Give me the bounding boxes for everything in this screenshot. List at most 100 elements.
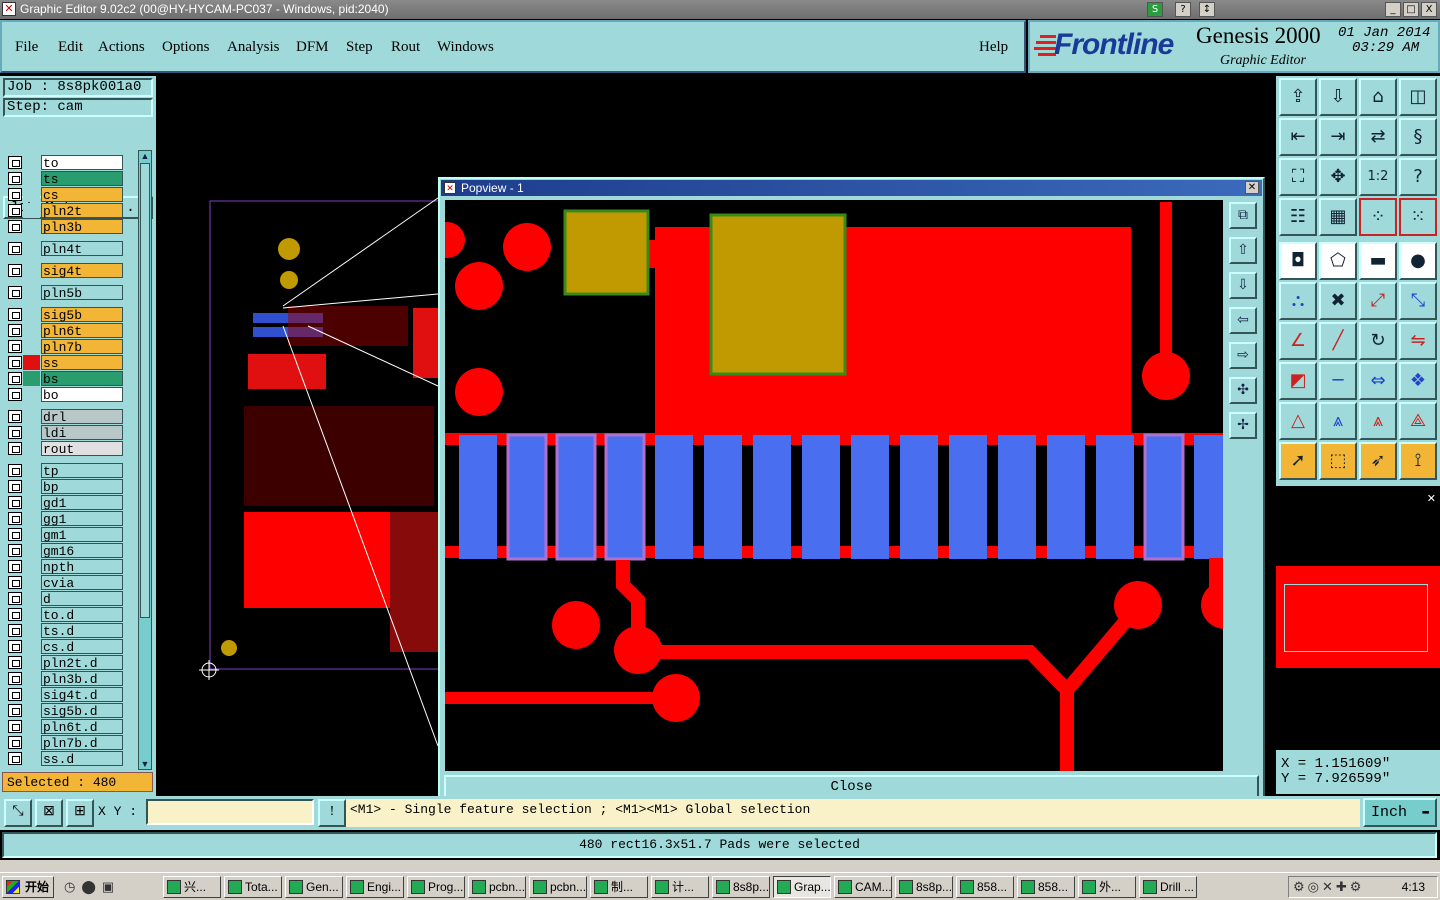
xy-input[interactable] (146, 799, 314, 825)
maximize-button[interactable]: □ (1403, 2, 1419, 17)
selected-pad[interactable] (1194, 435, 1223, 559)
layer-checkbox[interactable] (8, 528, 22, 541)
layer-row-gm1[interactable]: gm1 (6, 527, 124, 543)
layer-color-swatch[interactable] (23, 371, 40, 386)
snap-grid-icon[interactable]: ⊠ (35, 799, 63, 827)
layer-color-swatch[interactable] (23, 187, 40, 202)
layer-color-swatch[interactable] (23, 307, 40, 322)
layer-color-swatch[interactable] (23, 479, 40, 494)
scroll-arrows-icon[interactable]: ↕ (1199, 2, 1215, 17)
layer-row-bo[interactable]: bo (6, 387, 124, 403)
layer-checkbox[interactable] (8, 286, 22, 299)
scroll-down-icon[interactable]: ▼ (140, 759, 150, 769)
layer-checkbox[interactable] (8, 640, 22, 653)
layer-checkbox[interactable] (8, 308, 22, 321)
zoom-extents-icon[interactable]: ⛶ (1279, 158, 1317, 196)
layer-row-pln3b[interactable]: pln3b (6, 219, 124, 235)
taskbar-task[interactable]: Prog... (407, 876, 465, 898)
layer-checkbox[interactable] (8, 608, 22, 621)
layer-row-bs[interactable]: bs (6, 371, 124, 387)
taskbar-task[interactable]: 8s8p... (895, 876, 953, 898)
layer-row-ts-d[interactable]: ts.d (6, 623, 124, 639)
layer-checkbox[interactable] (8, 172, 22, 185)
layer-color-swatch[interactable] (23, 735, 40, 750)
layer-checkbox[interactable] (8, 340, 22, 353)
menu-edit[interactable]: Edit (58, 39, 83, 56)
taskbar-task[interactable]: CAM... (834, 876, 892, 898)
stretch-icon[interactable]: ─ (1319, 362, 1357, 400)
layer-checkbox[interactable] (8, 264, 22, 277)
selected-pad[interactable] (802, 435, 840, 559)
layer-color-swatch[interactable] (23, 171, 40, 186)
pan-up-icon[interactable]: ⇧ (1229, 237, 1257, 264)
layer-checkbox[interactable] (8, 188, 22, 201)
layer-color-swatch[interactable] (23, 285, 40, 300)
menu-analysis[interactable]: Analysis (227, 39, 280, 56)
pan-left-icon[interactable]: ⇦ (1229, 307, 1257, 334)
layer-checkbox[interactable] (8, 720, 22, 733)
pan-down-icon[interactable]: ⇩ (1229, 272, 1257, 299)
layer-row-gg1[interactable]: gg1 (6, 511, 124, 527)
taskbar-task[interactable]: pcbn... (529, 876, 587, 898)
resize-icon[interactable]: ⇔ (1359, 362, 1397, 400)
layer-checkbox[interactable] (8, 624, 22, 637)
layer-color-swatch[interactable] (23, 387, 40, 402)
layer-color-swatch[interactable] (23, 527, 40, 542)
layer-row-sig4t-d[interactable]: sig4t.d (6, 687, 124, 703)
popview-close-icon[interactable]: ✕ (1245, 181, 1259, 194)
layer-color-swatch[interactable] (23, 441, 40, 456)
layer-row-drl[interactable]: drl (6, 409, 124, 425)
layer-color-swatch[interactable] (23, 719, 40, 734)
layer-row-sig5b-d[interactable]: sig5b.d (6, 703, 124, 719)
unit-selector[interactable]: Inch ▬ (1363, 798, 1437, 827)
layer-color-swatch[interactable] (23, 655, 40, 670)
layer-color-swatch[interactable] (23, 543, 40, 558)
layer-row-d[interactable]: d (6, 591, 124, 607)
taskbar-task[interactable]: 外... (1078, 876, 1136, 898)
layer-checkbox[interactable] (8, 480, 22, 493)
delete-node-icon[interactable]: ✖ (1319, 282, 1357, 320)
pan-icon[interactable]: ✥ (1319, 158, 1357, 196)
layer-checkbox[interactable] (8, 512, 22, 525)
add-shape-icon[interactable]: ⬠ (1319, 242, 1357, 280)
selected-pad[interactable] (1143, 433, 1185, 561)
layer-row-sig4t[interactable]: sig4t (6, 263, 124, 279)
popview-drawing[interactable] (445, 200, 1223, 771)
select-net-icon[interactable]: ⟟ (1399, 442, 1437, 480)
layer-row-to-d[interactable]: to.d (6, 607, 124, 623)
layer-checkbox[interactable] (8, 576, 22, 589)
flip-icon[interactable]: ⇋ (1399, 322, 1437, 360)
layer-color-swatch[interactable] (23, 687, 40, 702)
layer-checkbox[interactable] (8, 442, 22, 455)
taskbar-task[interactable]: Grap... (773, 876, 831, 898)
edit-node-icon[interactable]: ⤡ (1399, 282, 1437, 320)
layer-row-pln6t[interactable]: pln6t (6, 323, 124, 339)
home-up-icon[interactable]: ⇪ (1279, 78, 1317, 116)
layer-color-swatch[interactable] (23, 155, 40, 170)
layer-checkbox[interactable] (8, 426, 22, 439)
layer-color-swatch[interactable] (23, 355, 40, 370)
layer-color-swatch[interactable] (23, 241, 40, 256)
alert-icon[interactable]: ! (318, 799, 346, 827)
minimize-button[interactable]: _ (1385, 2, 1401, 17)
layer-color-swatch[interactable] (23, 219, 40, 234)
taskbar-task[interactable]: 兴... (163, 876, 221, 898)
layer-color-swatch[interactable] (23, 495, 40, 510)
selected-pad[interactable] (555, 433, 597, 561)
mirror-icon[interactable]: ⇄ (1359, 118, 1397, 156)
mini-overview[interactable]: ✕ (1276, 488, 1440, 748)
pan-right-icon[interactable]: ⇨ (1229, 342, 1257, 369)
layer-row-cvia[interactable]: cvia (6, 575, 124, 591)
layer-row-cs[interactable]: cs (6, 187, 124, 203)
selected-pad[interactable] (753, 435, 791, 559)
selected-pad[interactable] (704, 435, 742, 559)
scale-1-to-2-icon[interactable]: 1:2 (1359, 158, 1397, 196)
measure-point-icon[interactable]: ● (1399, 242, 1437, 280)
taskbar-task[interactable]: Gen... (285, 876, 343, 898)
layer-row-npth[interactable]: npth (6, 559, 124, 575)
layer-checkbox[interactable] (8, 704, 22, 717)
mini-viewport-frame[interactable] (1284, 584, 1428, 652)
query-icon[interactable]: ? (1399, 158, 1437, 196)
selected-pad[interactable] (655, 435, 693, 559)
grid-icon[interactable]: ▦ (1319, 198, 1357, 236)
